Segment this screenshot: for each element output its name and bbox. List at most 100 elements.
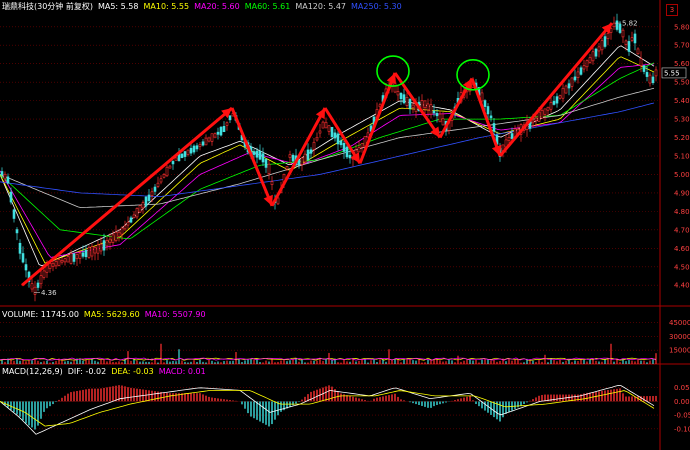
candle-body <box>93 246 97 254</box>
candle-body <box>555 96 559 104</box>
candle-body <box>441 118 445 126</box>
volume-legend: VOLUME: 11745.00 MA5: 5629.60 MA10: 5507.9… <box>2 309 211 321</box>
candle-body <box>345 146 349 158</box>
candle-body <box>162 174 166 178</box>
candle-body <box>435 112 439 117</box>
candle-body <box>411 104 415 108</box>
candle-body <box>168 165 172 169</box>
candle-body <box>210 133 214 142</box>
candle-body <box>153 186 157 192</box>
ma-line-MA20 <box>0 63 655 258</box>
candle-body <box>597 46 601 52</box>
price-tick-1: 5.70 <box>674 42 690 50</box>
candle-body <box>534 117 538 121</box>
price-tick-4: 5.40 <box>674 97 690 105</box>
candle-body <box>183 151 187 157</box>
candle-body <box>423 100 427 109</box>
candle-body <box>213 133 217 138</box>
ma-legend-5: MA250: 5.30 <box>351 2 402 11</box>
candle-body <box>207 137 211 142</box>
candle-body <box>627 41 631 52</box>
candle-body <box>510 133 514 139</box>
candle-body <box>201 141 205 146</box>
candle-body <box>408 99 412 109</box>
candle-body <box>12 209 16 219</box>
candle-body <box>480 92 484 102</box>
candle-body <box>549 102 553 110</box>
candle-body <box>507 137 511 141</box>
candle-body <box>579 67 583 75</box>
candle-body <box>219 126 223 136</box>
candle-body <box>90 246 94 257</box>
candle-body <box>582 65 586 70</box>
macd-legend-1: DIF: -0.02 <box>67 367 107 376</box>
candle-body <box>189 147 193 154</box>
candle-body <box>156 182 160 187</box>
candle-body <box>96 244 100 254</box>
candle-body <box>108 238 112 244</box>
price-tick-0: 5.80 <box>674 23 690 31</box>
ma-legend-2: MA20: 5.60 <box>194 2 240 11</box>
candle-body <box>633 33 637 44</box>
price-tick-9: 4.90 <box>674 189 690 197</box>
candle-body <box>174 157 178 161</box>
candle-body <box>129 217 133 223</box>
candle-body <box>120 227 124 235</box>
candle-body <box>267 163 271 175</box>
candle-body <box>405 97 409 106</box>
price-tick-10: 4.80 <box>674 208 690 216</box>
volume-legend-2: MA10: 5507.90 <box>144 310 206 319</box>
candle-body <box>63 258 67 263</box>
candle-body <box>576 71 580 78</box>
candle-body <box>117 231 121 237</box>
stock-chart: 5.80 5.70 5.60 5.50 5.40 5.30 5.20 5.10 5.00 4.90… <box>0 0 690 450</box>
candle-body <box>24 264 28 271</box>
candle-body <box>594 48 598 57</box>
trend-arrow-line <box>498 22 614 157</box>
candle-body <box>264 159 268 168</box>
candle-body <box>6 176 10 184</box>
candle-body <box>291 154 295 162</box>
volume-tick-1: 30000 <box>669 333 690 341</box>
candle-body <box>147 194 151 202</box>
candle-body <box>18 242 22 254</box>
candle-body <box>483 100 487 107</box>
price-tick-7: 5.10 <box>674 153 690 161</box>
candle-body <box>396 91 400 96</box>
candle-body <box>102 240 106 251</box>
candle-body <box>72 253 76 262</box>
candle-body <box>126 221 130 226</box>
trend-arrow-line <box>393 72 442 139</box>
candle-body <box>621 29 625 38</box>
candle-body <box>66 256 70 263</box>
candle-body <box>651 76 655 84</box>
candle-body <box>216 131 220 135</box>
ma-line-MA120 <box>0 87 655 209</box>
candle-body <box>165 166 169 177</box>
price-tick-5: 5.30 <box>674 116 690 124</box>
candle-body <box>105 240 109 247</box>
candle-body <box>60 260 64 263</box>
candle-body <box>336 133 340 145</box>
candle-body <box>15 229 19 234</box>
candle-body <box>645 72 649 77</box>
candle-body <box>270 181 274 185</box>
candle-body <box>144 196 148 207</box>
macd-tick-2: -0.05 <box>674 412 690 420</box>
price-tick-2: 5.60 <box>674 60 690 68</box>
candle-body <box>654 69 658 77</box>
candle-body <box>558 95 562 99</box>
candle-body <box>225 122 229 126</box>
candle-body <box>123 225 127 230</box>
candle-body <box>0 171 4 175</box>
macd-tick-0: 0.05 <box>674 384 690 392</box>
candle-body <box>426 103 430 111</box>
badge-icon[interactable]: 3 <box>666 4 678 16</box>
candle-body <box>195 145 199 150</box>
candle-body <box>393 83 397 93</box>
candle-body <box>78 252 82 259</box>
candle-body <box>75 254 79 260</box>
candle-body <box>69 253 73 264</box>
last-price-label: 5.55 <box>664 69 680 77</box>
candle-body <box>600 40 604 51</box>
